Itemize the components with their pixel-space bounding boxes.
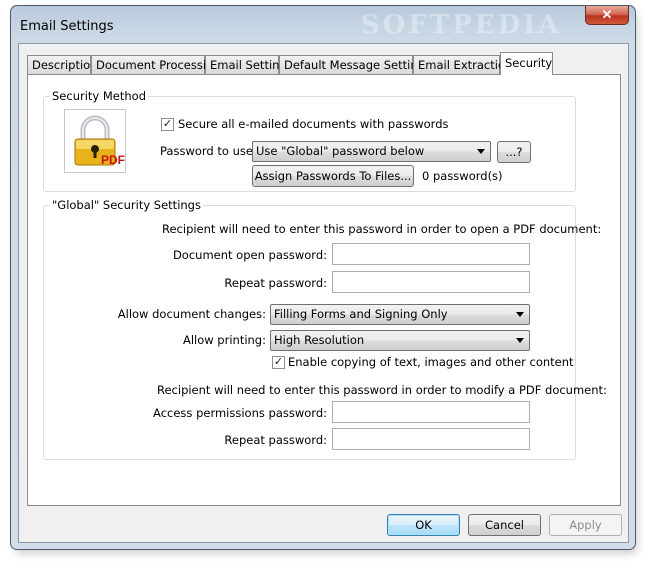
assign-passwords-button[interactable]: Assign Passwords To Files... [252, 165, 414, 187]
access-permissions-password-label: Access permissions password: [153, 406, 327, 420]
tab-label: Default Message Settings [284, 58, 431, 72]
chevron-down-icon [477, 149, 485, 154]
password-to-use-label: Password to use: [160, 144, 257, 158]
tab-security[interactable]: Security [500, 52, 553, 75]
password-to-use-select[interactable]: Use "Global" password below [252, 141, 491, 162]
security-method-group-label: Security Method [50, 89, 149, 103]
open-password-intro: Recipient will need to enter this passwo… [162, 222, 602, 236]
allow-printing-value: High Resolution [274, 333, 365, 347]
document-open-password-label: Document open password: [172, 248, 327, 262]
tab-label: Email Extraction [418, 58, 513, 72]
password-to-use-value: Use "Global" password below [256, 144, 425, 158]
cancel-button[interactable]: Cancel [468, 514, 541, 536]
global-security-settings-label: "Global" Security Settings [50, 198, 203, 212]
allow-document-changes-label: Allow document changes: [117, 307, 266, 321]
title-bar[interactable]: Email Settings SOFTPEDIA ✕ [11, 6, 635, 44]
tab-email-extraction[interactable]: Email Extraction [413, 55, 512, 74]
modify-password-intro: Recipient will need to enter this passwo… [157, 383, 607, 397]
enable-copying-checkbox[interactable]: ✓ [272, 356, 285, 369]
tab-label: Security [505, 56, 553, 70]
tab-description[interactable]: Description [27, 55, 98, 74]
pdf-badge: PDF [101, 153, 125, 167]
dialog-window: Email Settings SOFTPEDIA ✕ Description D… [10, 5, 636, 550]
allow-printing-select[interactable]: High Resolution [270, 330, 530, 351]
chevron-down-icon [516, 312, 524, 317]
dialog-client-area: Description Document Processing Email Se… [18, 43, 629, 543]
password-count: 0 password(s) [422, 169, 503, 183]
access-permissions-password-input[interactable] [332, 401, 530, 423]
document-open-password-input[interactable] [332, 243, 530, 265]
chevron-down-icon [516, 338, 524, 343]
watermark-text: SOFTPEDIA [361, 10, 562, 40]
allow-document-changes-value: Filling Forms and Signing Only [274, 307, 448, 321]
allow-printing-label: Allow printing: [182, 333, 266, 347]
repeat-permissions-password-input[interactable] [332, 428, 530, 450]
secure-documents-label: Secure all e-mailed documents with passw… [178, 117, 449, 131]
repeat-permissions-password-label: Repeat password: [224, 433, 327, 447]
enable-copying-label: Enable copying of text, images and other… [288, 355, 574, 369]
tab-default-message-settings[interactable]: Default Message Settings [279, 55, 431, 74]
tab-label: Email Setting [210, 58, 287, 72]
secure-documents-checkbox[interactable]: ✓ [161, 118, 174, 131]
lock-pdf-icon: PDF [64, 109, 126, 173]
global-security-settings-group: "Global" Security Settings Recipient wil… [43, 198, 607, 460]
repeat-password-label: Repeat password: [224, 276, 327, 290]
tab-email-setting[interactable]: Email Setting [205, 55, 287, 74]
close-button[interactable]: ✕ [585, 6, 629, 25]
tab-document-processing[interactable]: Document Processing [91, 55, 221, 74]
repeat-password-input[interactable] [332, 271, 530, 293]
security-method-group: Security Method PDF ✓ Secure all e-maile… [43, 89, 576, 192]
ok-button[interactable]: OK [387, 514, 460, 536]
tab-label: Document Processing [96, 58, 221, 72]
allow-document-changes-select[interactable]: Filling Forms and Signing Only [270, 304, 530, 325]
security-tab-page: Security Method PDF ✓ Secure all e-maile… [27, 74, 621, 506]
window-title: Email Settings [20, 19, 114, 34]
tab-label: Description [32, 58, 98, 72]
apply-button[interactable]: Apply [549, 514, 622, 536]
close-icon: ✕ [601, 7, 613, 22]
password-help-button[interactable]: ...? [497, 141, 531, 163]
